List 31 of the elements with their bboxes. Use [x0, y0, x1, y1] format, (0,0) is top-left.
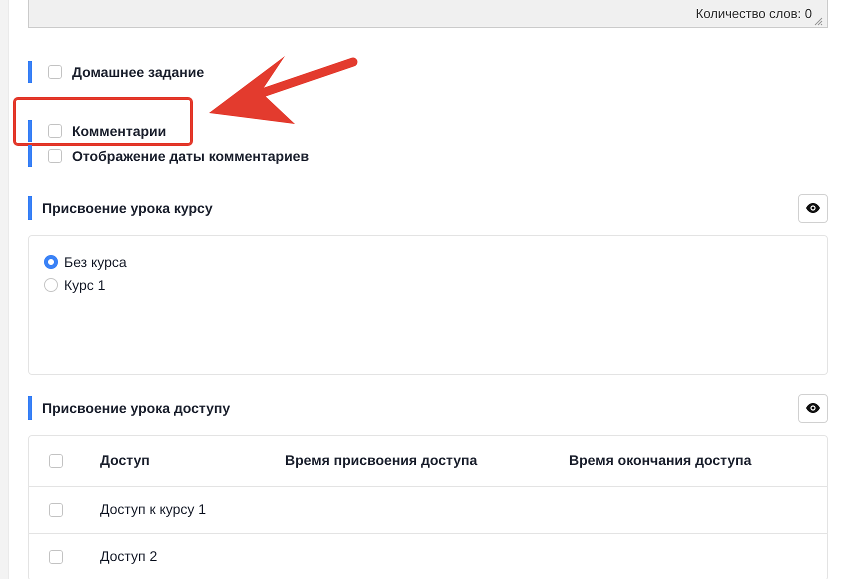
checkbox[interactable]	[48, 124, 62, 138]
checkbox[interactable]	[48, 149, 62, 163]
column-header: Время присвоения доступа	[285, 452, 478, 468]
column-header: Доступ	[100, 452, 150, 468]
section-title: Присвоение урока доступу	[42, 400, 230, 416]
accent-bar	[28, 120, 32, 142]
radio-label: Курс 1	[64, 276, 106, 292]
column-header: Время окончания доступа	[569, 452, 752, 468]
option-label: Отображение даты комментариев	[72, 148, 310, 164]
accent-bar	[28, 145, 32, 167]
accent-bar	[28, 396, 32, 420]
eye-icon	[806, 203, 820, 213]
accent-bar	[28, 61, 32, 83]
eye-icon	[806, 403, 820, 413]
checkbox[interactable]	[49, 503, 63, 517]
checkbox[interactable]	[48, 65, 62, 79]
visibility-button[interactable]	[798, 394, 828, 422]
option-label: Домашнее задание	[72, 64, 204, 80]
section-title: Присвоение урока курсу	[42, 200, 213, 216]
checkbox[interactable]	[49, 550, 63, 564]
checkbox[interactable]	[49, 454, 63, 468]
radio-button[interactable]	[44, 254, 58, 268]
accent-bar	[28, 196, 32, 220]
table-cell: Доступ 2	[100, 548, 158, 564]
radio-button[interactable]	[44, 278, 58, 292]
radio-label: Без курса	[64, 254, 127, 270]
table-cell: Доступ к курсу 1	[100, 501, 206, 517]
word-count: Количество слов: 0	[696, 6, 812, 21]
option-label: Комментарии	[72, 123, 166, 139]
visibility-button[interactable]	[798, 194, 828, 222]
resize-grip-icon[interactable]	[814, 17, 823, 26]
